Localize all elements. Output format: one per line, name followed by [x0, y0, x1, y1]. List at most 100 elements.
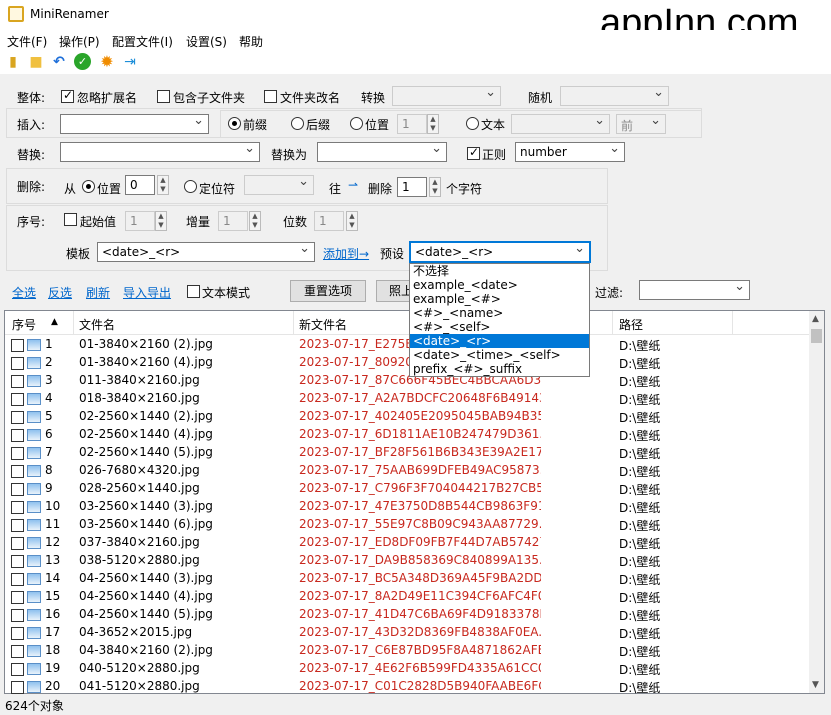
delete-position-radio[interactable] [82, 180, 95, 193]
import-export-link[interactable]: 导入导出 [123, 284, 171, 301]
step-spinner[interactable]: ▲ ▼ [249, 211, 261, 231]
include-sub-checkbox[interactable] [157, 90, 170, 103]
preset-select[interactable]: <date>_<r> [410, 242, 590, 262]
position-radio[interactable] [350, 117, 363, 130]
preset-option[interactable]: prefix_<#>_suffix [410, 362, 589, 376]
col-divider[interactable] [293, 311, 294, 335]
regex-checkbox[interactable] [467, 145, 480, 160]
preset-option[interactable]: <#>_<self> [410, 320, 589, 334]
table-row[interactable]: 11 03-2560×1440 (6).jpg 2023-07-17_55E97C8… [5, 516, 809, 534]
replace-with-input[interactable] [317, 142, 447, 162]
locator-select[interactable] [244, 175, 314, 195]
replace-find-input[interactable] [60, 142, 260, 162]
text-radio[interactable] [466, 117, 479, 130]
table-row[interactable]: 5 02-2560×1440 (2).jpg 2023-07-17_402405E2… [5, 408, 809, 426]
random-select[interactable] [560, 86, 669, 106]
row-checkbox[interactable] [11, 465, 24, 478]
menu-profile[interactable]: 配置文件(I) [112, 33, 173, 50]
delete-count-input[interactable]: 1 [397, 177, 427, 197]
table-row[interactable]: 2 01-3840×2160 (4).jpg 2023-07-17_809209 D:… [5, 354, 809, 372]
row-checkbox[interactable] [11, 393, 24, 406]
col-divider[interactable] [612, 311, 613, 335]
row-checkbox[interactable] [11, 483, 24, 496]
undo-icon[interactable]: ↶ [50, 53, 68, 71]
folder-icon[interactable]: ■ [27, 53, 45, 71]
menu-settings[interactable]: 设置(S) [186, 33, 227, 50]
preset-option[interactable]: 不选择 [410, 264, 589, 278]
settings-gear-icon[interactable]: ✹ [98, 53, 116, 71]
digits-value-input[interactable]: 1 [314, 211, 344, 231]
table-row[interactable]: 10 03-2560×1440 (3).jpg 2023-07-17_47E3750… [5, 498, 809, 516]
menu-operation[interactable]: 操作(P) [59, 33, 100, 50]
insert-text-select[interactable] [511, 114, 610, 134]
table-row[interactable]: 17 04-3652×2015.jpg 2023-07-17_43D32D8369F… [5, 624, 809, 642]
apply-check-icon[interactable]: ✓ [74, 53, 91, 70]
preset-option[interactable]: <date>_<r> [410, 334, 589, 348]
table-row[interactable]: 20 041-5120×2880.jpg 2023-07-17_C01C2828D5… [5, 678, 809, 696]
select-all-link[interactable]: 全选 [12, 284, 36, 301]
col-path[interactable]: 路径 [619, 316, 643, 333]
table-row[interactable]: 9 028-2560×1440.jpg 2023-07-17_C796F3F7040… [5, 480, 809, 498]
insert-position-spinner[interactable]: ▲ ▼ [427, 114, 439, 134]
row-checkbox[interactable] [11, 555, 24, 568]
row-checkbox[interactable] [11, 573, 24, 586]
row-checkbox[interactable] [11, 681, 24, 694]
add-to-preset-link[interactable]: 添加到→ [323, 245, 369, 262]
table-row[interactable]: 1 01-3840×2160 (2).jpg 2023-07-17_E275B0 D:… [5, 336, 809, 354]
row-checkbox[interactable] [11, 627, 24, 640]
delete-position-input[interactable]: 0 [125, 175, 155, 195]
row-checkbox[interactable] [11, 537, 24, 550]
prefix-radio[interactable] [228, 117, 241, 130]
invert-selection-link[interactable]: 反选 [48, 284, 72, 301]
table-row[interactable]: 14 04-2560×1440 (3).jpg 2023-07-17_BC5A348… [5, 570, 809, 588]
col-newname[interactable]: 新文件名 [299, 316, 347, 333]
col-num[interactable]: 序号 [12, 316, 36, 333]
table-row[interactable]: 19 040-5120×2880.jpg 2023-07-17_4E62F6B599… [5, 660, 809, 678]
table-row[interactable]: 12 037-3840×2160.jpg 2023-07-17_ED8DF09FB7… [5, 534, 809, 552]
front-select[interactable]: 前 [616, 114, 666, 134]
table-row[interactable]: 13 038-5120×2880.jpg 2023-07-17_DA9B858369… [5, 552, 809, 570]
row-checkbox[interactable] [11, 591, 24, 604]
preset-option[interactable]: example_<#> [410, 292, 589, 306]
row-checkbox[interactable] [11, 645, 24, 658]
vertical-scrollbar[interactable]: ▲ ▼ [809, 311, 824, 693]
insert-position-input[interactable]: 1 [397, 114, 427, 134]
row-checkbox[interactable] [11, 609, 24, 622]
row-checkbox[interactable] [11, 447, 24, 460]
preset-option[interactable]: <date>_<time>_<self> [410, 348, 589, 362]
open-folder-icon[interactable]: ▮ [4, 53, 22, 71]
col-divider[interactable] [732, 311, 733, 335]
folder-rename-checkbox[interactable] [264, 90, 277, 103]
row-checkbox[interactable] [11, 663, 24, 676]
start-spinner[interactable]: ▲ ▼ [155, 211, 167, 231]
ignore-ext-checkbox[interactable] [61, 88, 74, 103]
menu-file[interactable]: 文件(F) [7, 33, 47, 50]
table-row[interactable]: 16 04-2560×1440 (5).jpg 2023-07-17_41D47C6… [5, 606, 809, 624]
table-row[interactable]: 8 026-7680×4320.jpg 2023-07-17_75AAB699DFE… [5, 462, 809, 480]
col-filename[interactable]: 文件名 [79, 316, 115, 333]
suffix-radio[interactable] [291, 117, 304, 130]
template-input[interactable]: <date>_<r> [97, 242, 315, 262]
row-checkbox[interactable] [11, 519, 24, 532]
table-row[interactable]: 3 011-3840×2160.jpg 2023-07-17_87C666F45BE… [5, 372, 809, 390]
reset-options-button[interactable]: 重置选项 [290, 280, 366, 302]
col-divider[interactable] [73, 311, 74, 335]
table-row[interactable]: 7 02-2560×1440 (5).jpg 2023-07-17_BF28F561… [5, 444, 809, 462]
locator-radio[interactable] [184, 180, 197, 193]
preset-dropdown-list[interactable]: 不选择 example_<date> example_<#> <#>_<name> <#… [409, 263, 590, 377]
regex-mode-select[interactable]: number [515, 142, 625, 162]
preset-option[interactable]: example_<date> [410, 278, 589, 292]
menu-help[interactable]: 帮助 [239, 33, 263, 50]
row-checkbox[interactable] [11, 429, 24, 442]
table-row[interactable]: 15 04-2560×1440 (4).jpg 2023-07-17_8A2D49E… [5, 588, 809, 606]
row-checkbox[interactable] [11, 501, 24, 514]
pin-icon[interactable]: ⇥ [121, 53, 139, 71]
delete-count-spinner[interactable]: ▲ ▼ [429, 177, 441, 197]
row-checkbox[interactable] [11, 339, 24, 352]
table-row[interactable]: 6 02-2560×1440 (4).jpg 2023-07-17_6D1811AE… [5, 426, 809, 444]
start-checkbox[interactable] [64, 213, 77, 226]
table-row[interactable]: 18 04-3840×2160 (2).jpg 2023-07-17_C6E87BD… [5, 642, 809, 660]
delete-position-spinner[interactable]: ▲ ▼ [157, 175, 169, 195]
row-checkbox[interactable] [11, 411, 24, 424]
text-mode-checkbox[interactable] [187, 285, 200, 298]
